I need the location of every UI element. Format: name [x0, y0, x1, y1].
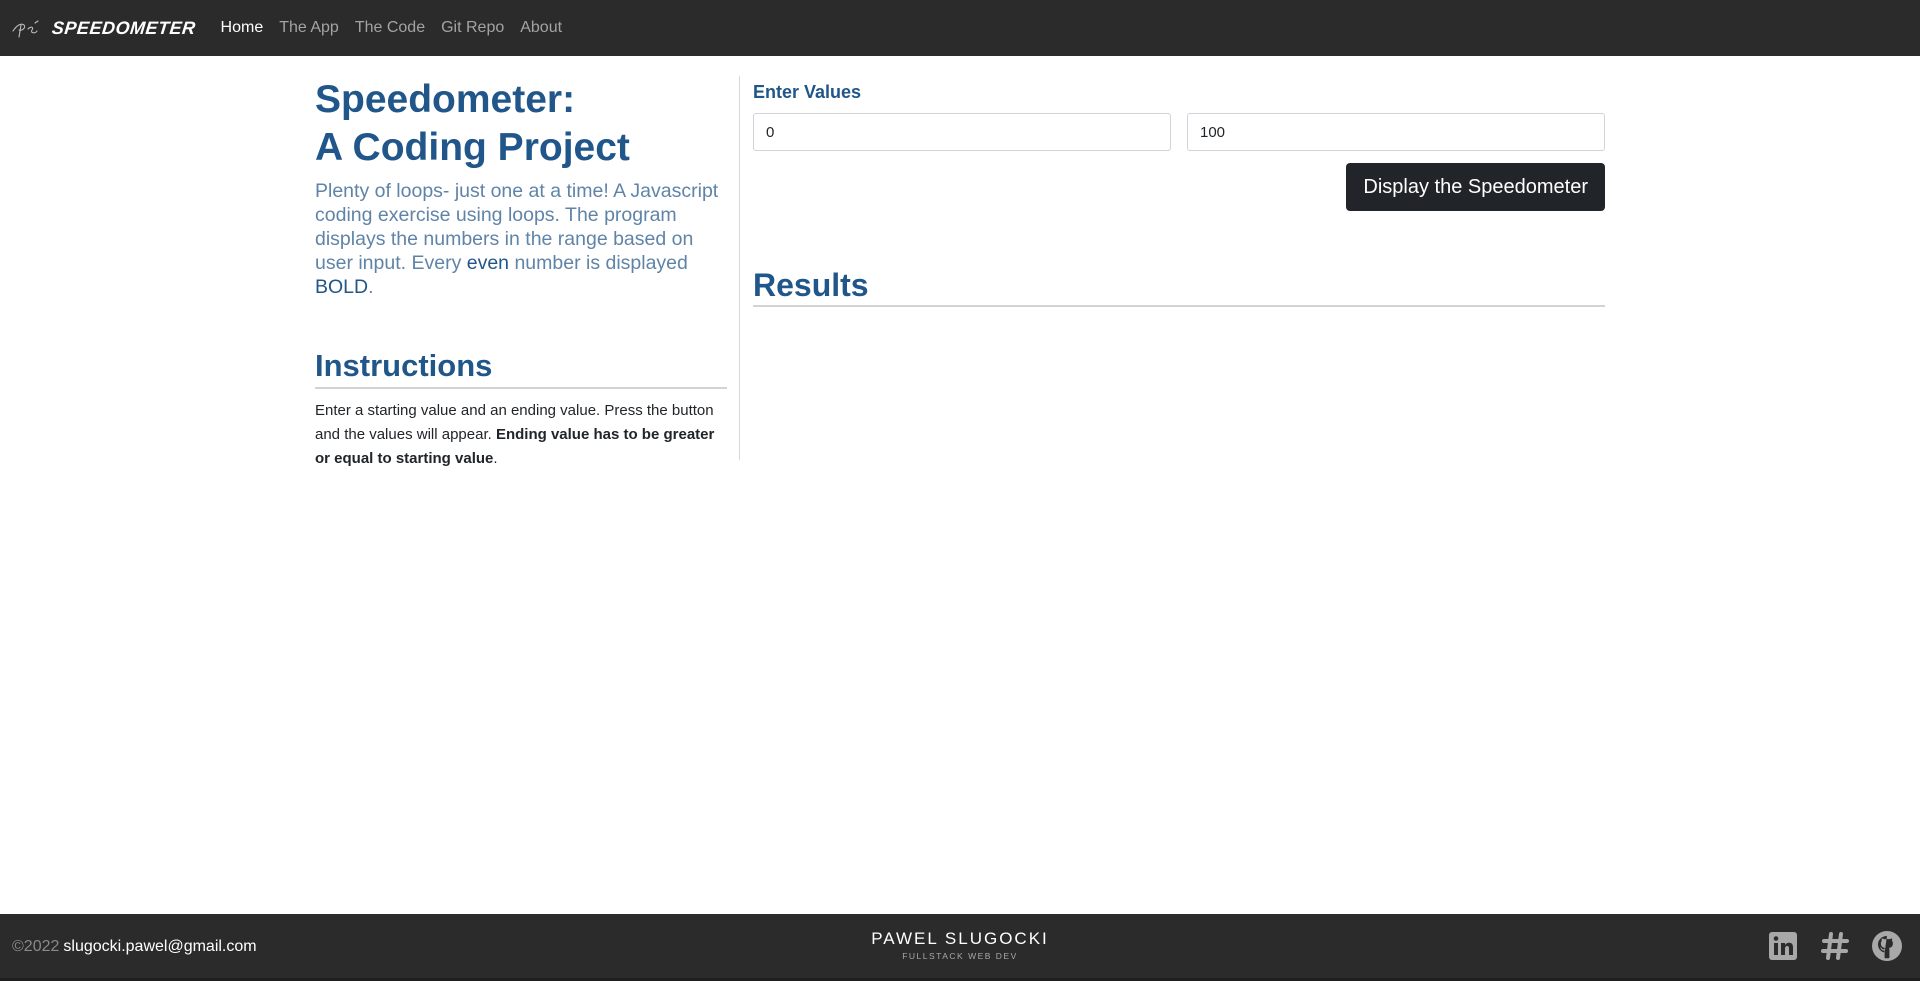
value-inputs — [753, 113, 1605, 151]
results-title: Results — [753, 266, 1605, 307]
footer-name: PAWEL SLUGOCKI — [871, 929, 1049, 948]
page-title: Speedometer: A Coding Project — [315, 76, 727, 172]
lead-even: even — [466, 252, 510, 274]
button-row: Display the Speedometer — [753, 163, 1605, 211]
hashtag-icon[interactable] — [1818, 929, 1852, 963]
nav-links: Home The App The Code Git Repo About — [221, 19, 579, 37]
enter-values-label: Enter Values — [753, 82, 862, 102]
instructions-text: Enter a starting value and an ending val… — [315, 399, 727, 471]
page-title-line1: Speedometer: — [315, 78, 576, 121]
instructions-end: . — [493, 450, 498, 467]
page-title-line2: A Coding Project — [315, 126, 630, 169]
footer: ©2022 slugocki.pawel@gmail.com PAWEL SLUG… — [0, 914, 1920, 981]
intro-section: Speedometer: A Coding Project Plenty of … — [315, 76, 727, 471]
intro-lead: Plenty of loops- just one at a time! A J… — [315, 179, 727, 299]
app-section: Enter Values Display the Speedometer Res… — [753, 80, 1605, 307]
start-value-input[interactable] — [753, 113, 1171, 151]
lead-text-2: number is displayed — [509, 252, 688, 274]
nav-link-about[interactable]: About — [520, 19, 562, 37]
display-speedometer-button[interactable]: Display the Speedometer — [1346, 163, 1605, 211]
github-icon[interactable] — [1870, 929, 1904, 963]
brand[interactable]: SPEEDOMETER — [11, 17, 197, 39]
instructions-title: Instructions — [315, 347, 727, 389]
footer-subtitle: FULLSTACK WEB DEV — [902, 951, 1018, 961]
social-links — [1748, 929, 1904, 963]
column-divider — [739, 76, 740, 460]
nav-link-home[interactable]: Home — [221, 19, 264, 37]
nav-link-the-app[interactable]: The App — [279, 19, 339, 37]
ps-signature-logo-icon — [12, 20, 39, 38]
nav-link-git-repo[interactable]: Git Repo — [441, 19, 504, 37]
nav-link-the-code[interactable]: The Code — [355, 19, 425, 37]
navbar: SPEEDOMETER Home The App The Code Git Re… — [0, 0, 1920, 56]
lead-end: . — [368, 276, 374, 298]
brand-name[interactable]: SPEEDOMETER — [51, 18, 197, 39]
end-value-input[interactable] — [1187, 113, 1605, 151]
footer-signature: PAWEL SLUGOCKI FULLSTACK WEB DEV — [0, 928, 1920, 961]
lead-bold: BOLD — [315, 276, 369, 298]
linkedin-icon[interactable] — [1766, 929, 1800, 963]
